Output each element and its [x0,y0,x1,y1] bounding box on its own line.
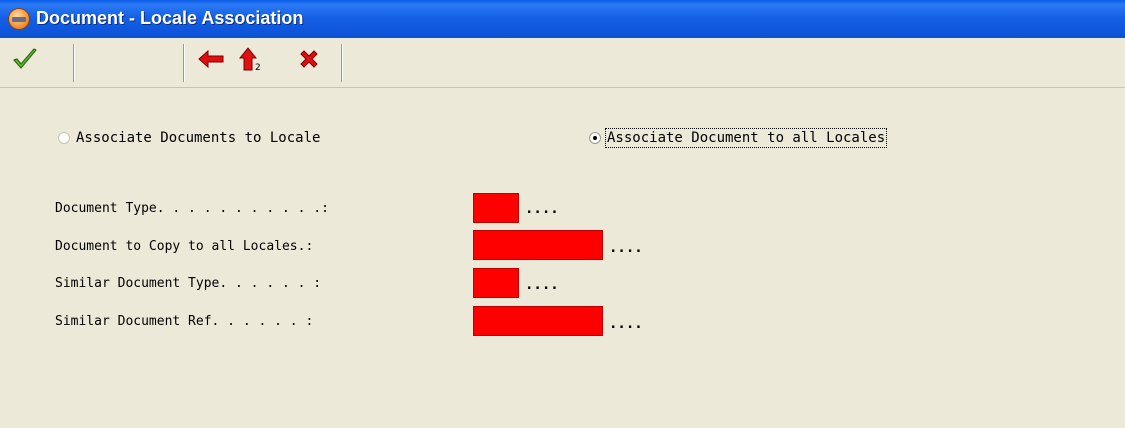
document-type-label: Document Type. . . . . . . . . . .: [55,201,329,216]
toolbar-separator [341,44,343,82]
checkmark-icon [12,47,38,75]
associate-to-locale-option[interactable]: Associate Documents to Locale [58,130,320,146]
toolbar-separator [73,44,75,82]
ok-button[interactable] [10,46,40,76]
left-arrow-icon [197,49,225,73]
associate-to-all-locales-option[interactable]: Associate Document to all Locales [589,128,888,148]
close-icon [298,48,320,74]
radio-button-unselected[interactable] [58,132,70,144]
radio-button-selected[interactable] [589,132,601,144]
document-type-field[interactable] [473,193,519,223]
similar-document-type-lookup[interactable]: .... [525,277,559,293]
back-button[interactable] [196,46,226,76]
up-arrow-icon: 2 [238,46,264,76]
form-area: Associate Documents to Locale Associate … [0,88,1125,428]
similar-document-ref-label: Similar Document Ref. . . . . . : [55,314,314,329]
toolbar-separator [183,44,185,82]
similar-document-ref-lookup[interactable]: .... [609,316,643,332]
document-copy-field[interactable] [473,230,603,260]
locale-association-window: Document - Locale Association 2 Associat… [0,0,1125,428]
svg-text:2: 2 [255,63,261,72]
similar-document-type-label: Similar Document Type. . . . . . : [55,276,322,291]
up-button[interactable]: 2 [236,46,266,76]
option-label: Associate Documents to Locale [76,130,321,146]
similar-document-type-field[interactable] [473,268,519,298]
option-label: Associate Document to all Locales [604,128,888,148]
document-type-lookup[interactable]: .... [525,201,559,217]
title-bar[interactable]: Document - Locale Association [0,0,1125,38]
window-title: Document - Locale Association [36,8,304,28]
app-icon [8,8,30,30]
document-copy-lookup[interactable]: .... [609,240,643,256]
similar-document-ref-field[interactable] [473,306,603,336]
toolbar: 2 [0,38,1125,88]
document-copy-label: Document to Copy to all Locales.: [55,239,314,254]
cancel-button[interactable] [294,46,324,76]
